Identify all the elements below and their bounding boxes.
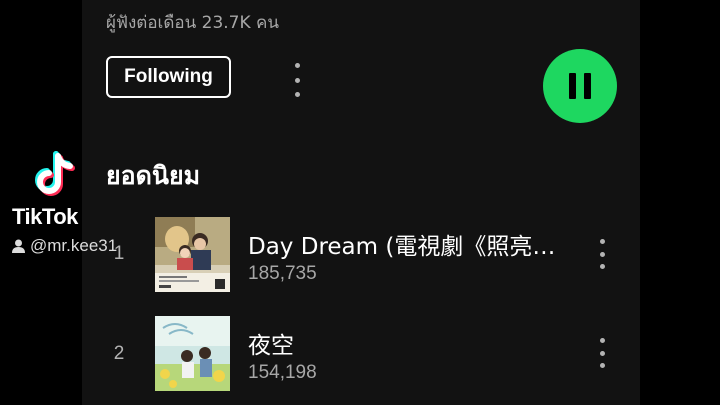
following-button[interactable]: Following (106, 56, 231, 98)
more-options-icon[interactable] (291, 63, 303, 97)
pause-icon (569, 73, 591, 99)
track-row[interactable]: 1 Day Dream (電視劇《照亮… 185,735 (106, 217, 626, 293)
tiktok-brand-label: TikTok (12, 204, 78, 229)
popular-section-title: ยอดนิยม (106, 161, 201, 190)
monthly-listeners: ผู้ฟังต่อเดือน 23.7K คน (106, 13, 280, 33)
track-title: 夜空 (248, 333, 294, 359)
pause-button[interactable] (543, 49, 617, 123)
album-cover (155, 316, 230, 391)
more-options-icon[interactable] (596, 239, 608, 269)
track-play-count: 185,735 (248, 263, 317, 284)
track-play-count: 154,198 (248, 362, 317, 383)
track-number: 2 (113, 343, 125, 364)
tiktok-username: @mr.kee31 (12, 236, 117, 256)
track-row[interactable]: 2 夜空 154,198 (106, 316, 626, 392)
track-title: Day Dream (電視劇《照亮… (248, 234, 556, 260)
album-cover (155, 217, 230, 292)
more-options-icon[interactable] (596, 338, 608, 368)
user-icon (12, 239, 25, 253)
username-text: @mr.kee31 (30, 236, 118, 255)
tiktok-logo-icon (28, 150, 78, 200)
